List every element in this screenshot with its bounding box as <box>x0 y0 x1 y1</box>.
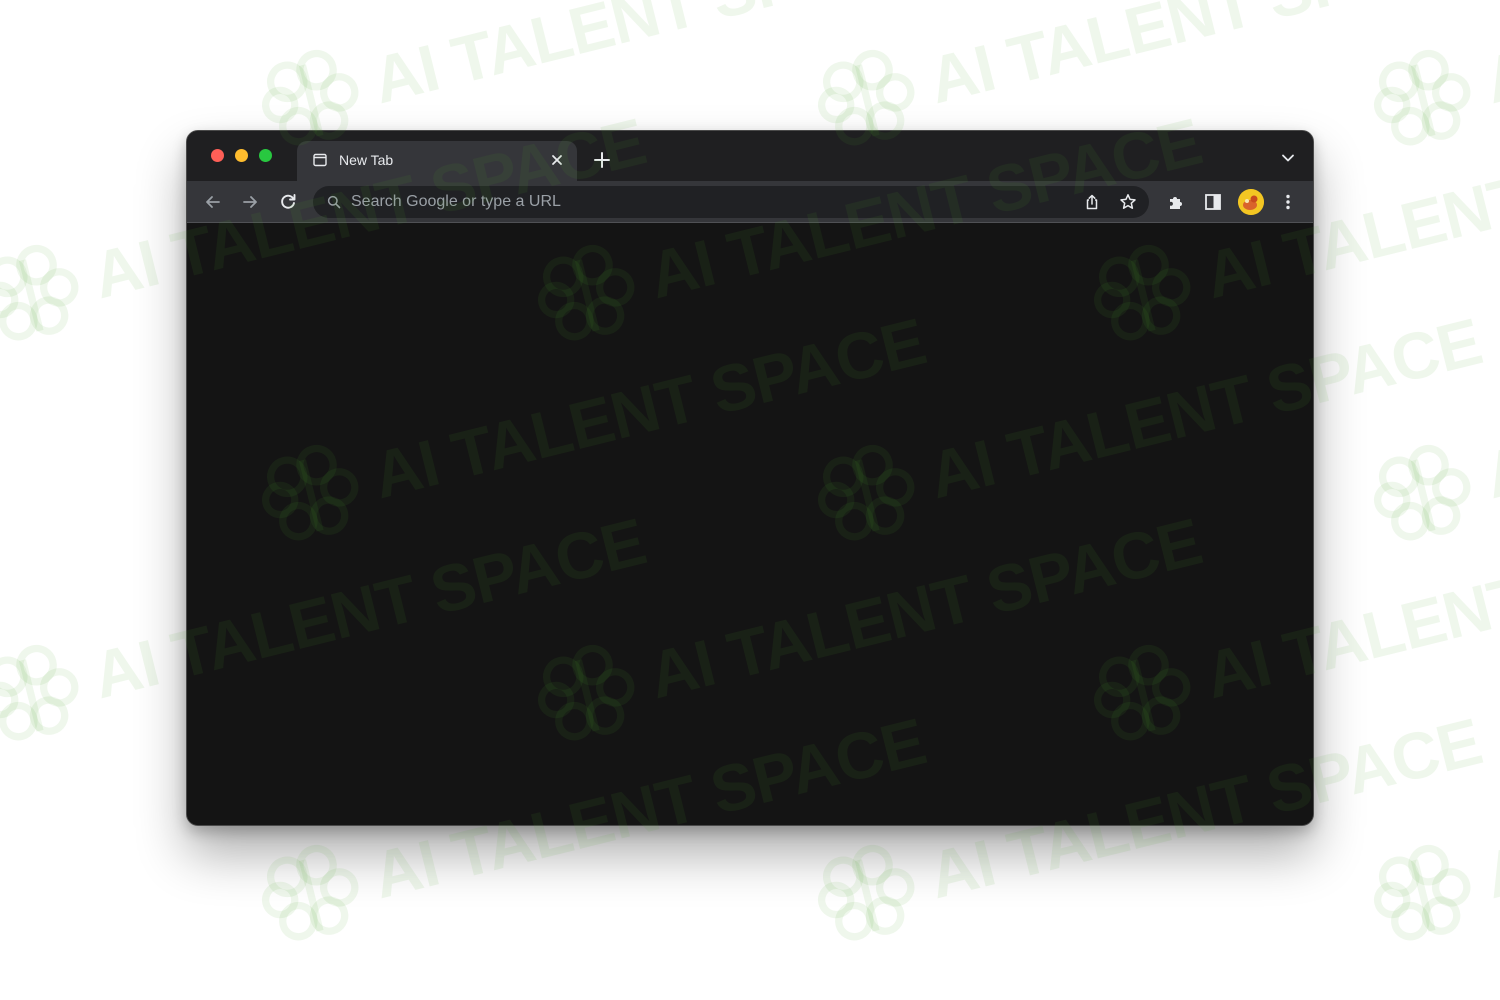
profile-avatar[interactable] <box>1238 189 1264 215</box>
avatar-illustration-icon <box>1238 189 1264 215</box>
brain-icon <box>261 844 359 941</box>
tab-title: New Tab <box>339 152 394 168</box>
new-tab-page-icon <box>313 153 327 167</box>
watermark: AI TALENT SPACE <box>1359 289 1500 555</box>
browser-window: New Tab <box>186 130 1314 826</box>
search-icon <box>327 195 341 209</box>
browser-toolbar <box>187 181 1313 223</box>
side-panel-icon[interactable] <box>1203 192 1223 212</box>
brain-icon <box>1373 49 1471 146</box>
watermark-text: AI TALENT SPACE <box>365 0 933 118</box>
watermark-text: AI TALENT SPACE <box>1477 0 1500 118</box>
brain-icon <box>0 644 79 741</box>
address-input[interactable] <box>351 186 1051 218</box>
watermark: AI TALENT SPACE <box>1359 0 1500 160</box>
kebab-menu-icon[interactable] <box>1278 192 1298 212</box>
puzzle-icon[interactable] <box>1166 192 1186 212</box>
watermark: AI TALENT SPACE <box>1359 689 1500 955</box>
share-icon[interactable] <box>1083 193 1101 211</box>
tab-new-tab[interactable]: New Tab <box>297 141 577 181</box>
arrow-right-icon[interactable] <box>240 192 260 212</box>
page-content <box>187 223 1313 825</box>
chevron-down-icon[interactable] <box>1281 153 1295 163</box>
address-bar[interactable] <box>313 186 1149 218</box>
tab-strip: New Tab <box>187 131 1313 181</box>
brain-icon <box>817 844 915 941</box>
desktop-background: New Tab Search Google or type a URL AI T… <box>0 0 1500 1000</box>
brain-icon <box>1373 444 1471 541</box>
watermark-text: AI TALENT SPACE <box>1477 304 1500 513</box>
new-tab-plus-icon[interactable] <box>593 151 611 169</box>
maximize-window-button[interactable] <box>259 149 272 162</box>
minimize-window-button[interactable] <box>235 149 248 162</box>
watermark-text: AI TALENT SPACE <box>921 0 1489 118</box>
brain-icon <box>1373 844 1471 941</box>
reload-icon[interactable] <box>278 192 298 212</box>
watermark-text: AI TALENT SPACE <box>1477 704 1500 913</box>
close-tab-icon[interactable] <box>549 152 565 168</box>
close-window-button[interactable] <box>211 149 224 162</box>
arrow-left-icon[interactable] <box>203 192 223 212</box>
bookmark-star-icon[interactable] <box>1119 193 1137 211</box>
brain-icon <box>0 244 79 341</box>
